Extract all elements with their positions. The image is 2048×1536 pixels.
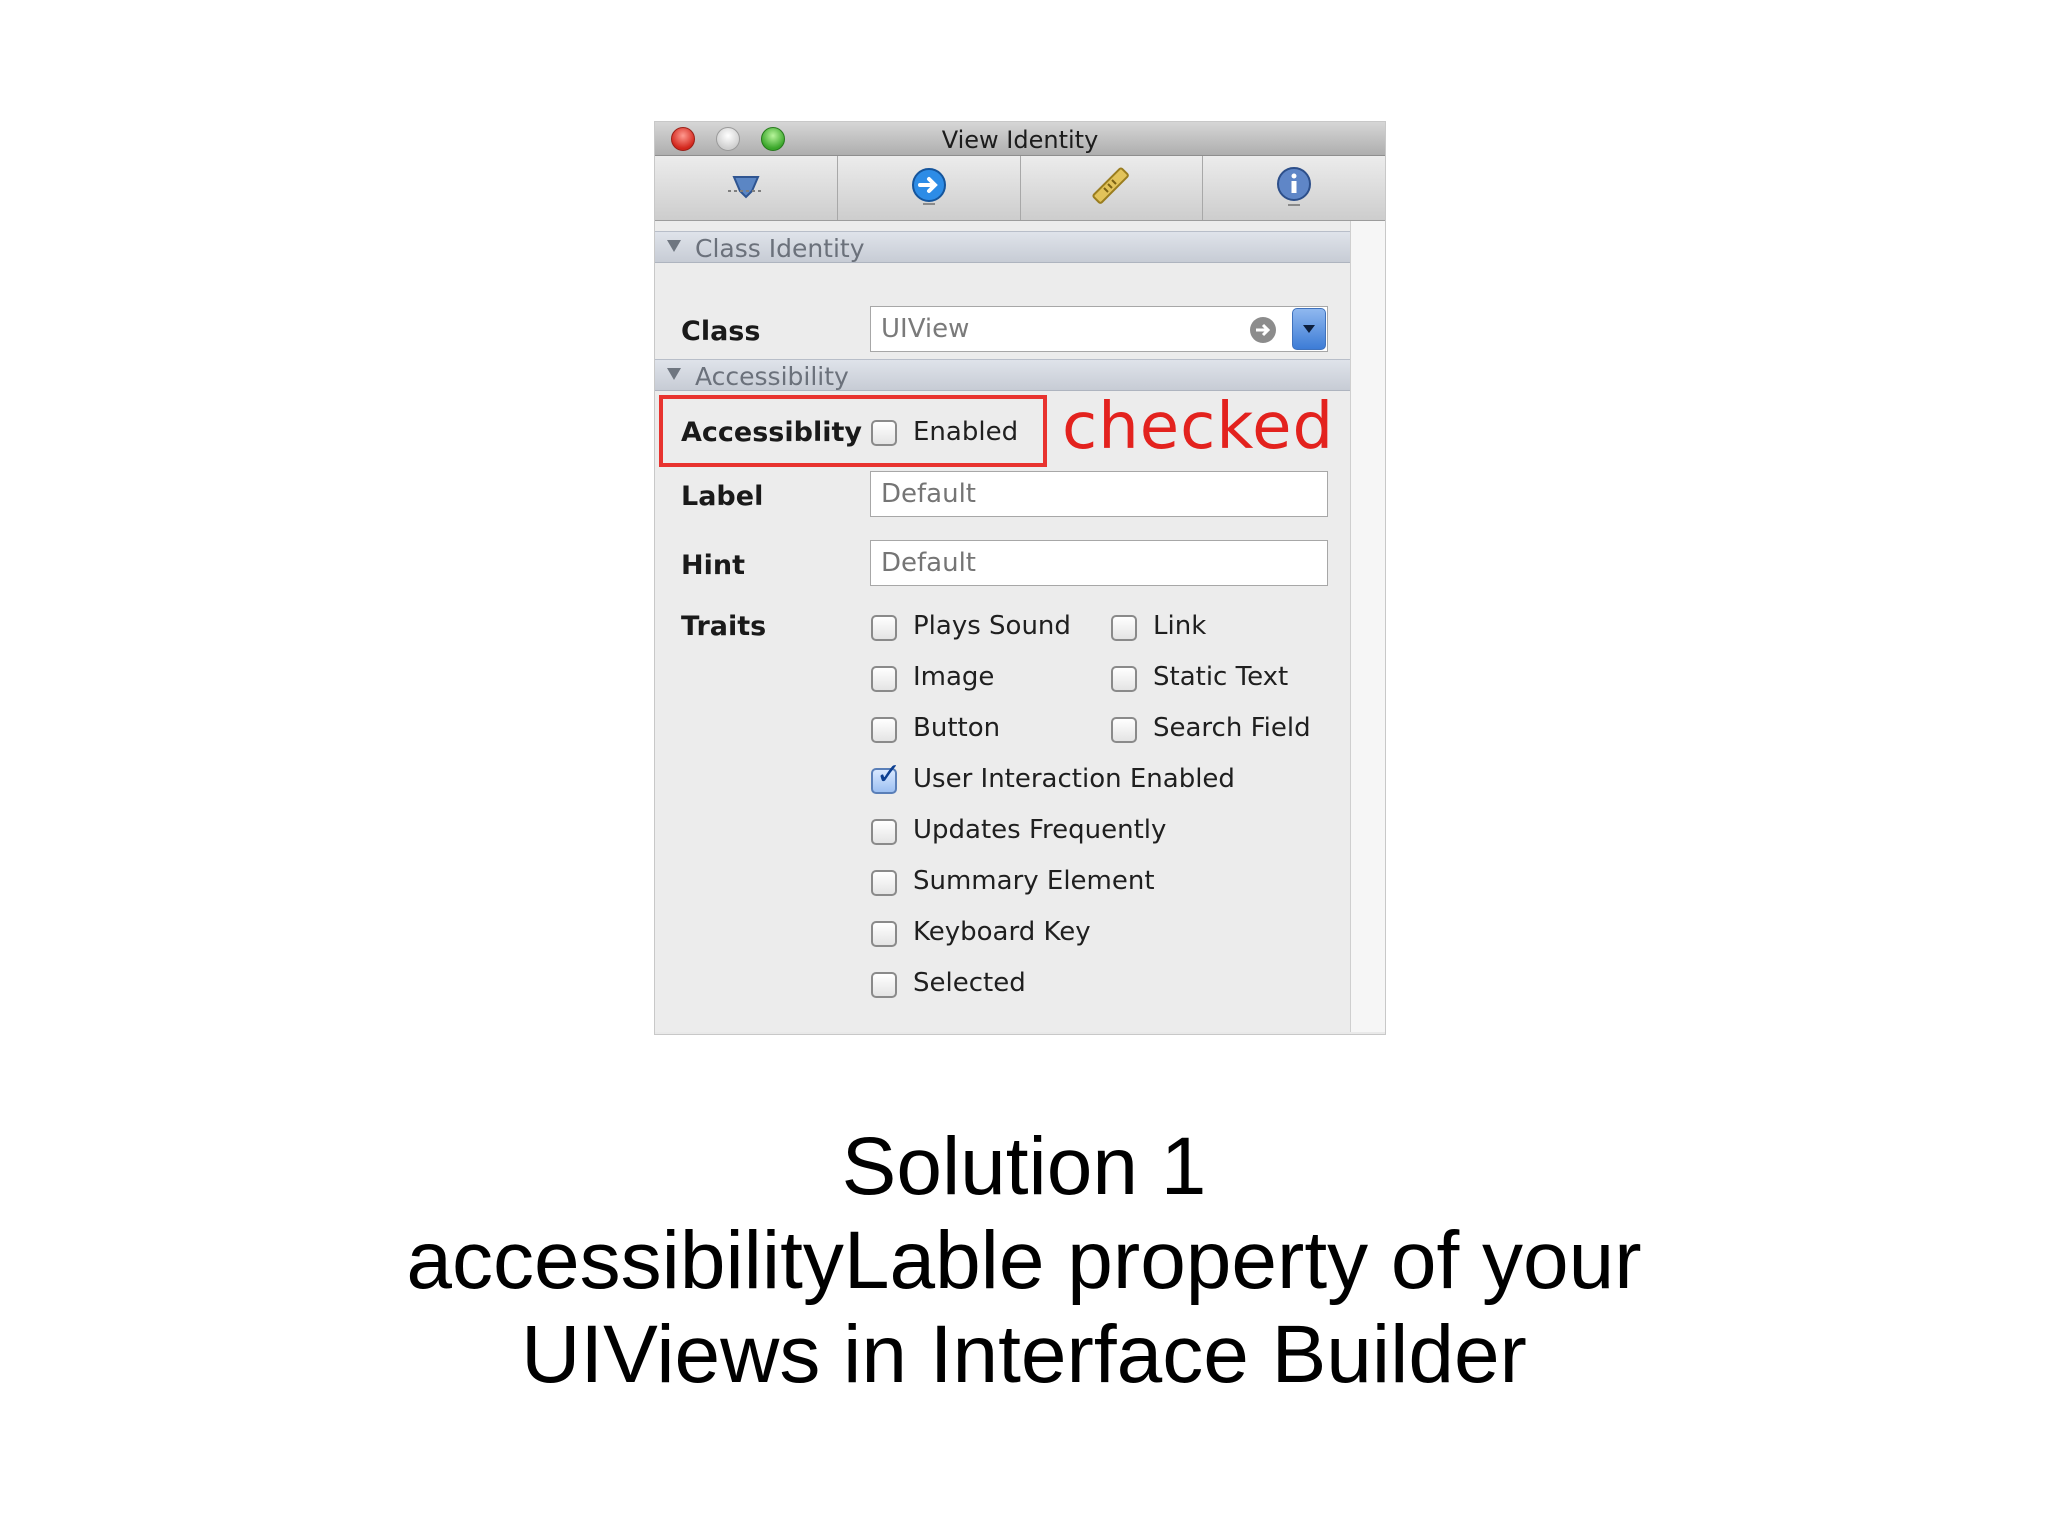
class-identity-section-header[interactable]: Class Identity [655,231,1350,263]
label-row-label: Label [681,481,764,512]
hint-row-label: Hint [681,550,745,581]
trait-updates-frequently-label: Updates Frequently [913,815,1167,845]
disclosure-triangle-icon [667,368,681,380]
section-title: Accessibility [695,362,849,391]
trait-keyboard-key-label: Keyboard Key [913,917,1091,947]
inspector-toolbar [655,156,1385,221]
accessibility-hint-input[interactable] [870,540,1328,586]
title-bar: View Identity [655,122,1385,156]
chevron-down-icon [1303,325,1315,333]
checkmark-icon: ✓ [876,757,902,792]
size-inspector-ruler-icon [1089,164,1133,212]
tab-size[interactable] [1021,156,1204,220]
trait-button-checkbox[interactable] [871,717,897,743]
disclosure-triangle-icon [667,240,681,252]
go-to-class-arrow-icon[interactable] [1248,315,1278,349]
inspector-content: Class Identity Class UIView Accessibilit… [655,221,1351,1032]
trait-summary-element-label: Summary Element [913,866,1155,896]
trait-static-text-label: Static Text [1153,662,1289,692]
trait-link-checkbox[interactable] [1111,615,1137,641]
trait-plays-sound-checkbox[interactable] [871,615,897,641]
inspector-scroll-gutter [1351,221,1385,1032]
class-value: UIView [881,314,970,344]
accessibility-section-header[interactable]: Accessibility [655,359,1350,391]
trait-updates-frequently-checkbox[interactable] [871,819,897,845]
connections-inspector-icon [909,166,949,210]
trait-plays-sound-label: Plays Sound [913,611,1071,641]
trait-image-label: Image [913,662,995,692]
accessibility-label-input[interactable] [870,471,1328,517]
trait-button-label: Button [913,713,1001,743]
slide-caption: Solution 1 accessibilityLable property o… [0,1120,2048,1402]
trait-link-label: Link [1153,611,1207,641]
window-title: View Identity [941,126,1099,154]
trait-selected-checkbox[interactable] [871,972,897,998]
trait-user-interaction-enabled-checkbox[interactable]: ✓ [871,760,901,794]
caption-line-3: UIViews in Interface Builder [521,1309,1527,1400]
annotation-highlight-box [659,395,1047,467]
identity-inspector-info-icon [1274,165,1314,211]
identity-inspector-window: View Identity Class Identity Class UIVie… [655,122,1385,1034]
caption-line-1: Solution 1 [841,1121,1207,1212]
trait-summary-element-checkbox[interactable] [871,870,897,896]
trait-static-text-checkbox[interactable] [1111,666,1137,692]
trait-user-interaction-enabled-label: User Interaction Enabled [913,764,1235,794]
trait-image-checkbox[interactable] [871,666,897,692]
trait-keyboard-key-checkbox[interactable] [871,921,897,947]
traits-label: Traits [681,611,767,642]
caption-line-2: accessibilityLable property of your [406,1215,1642,1306]
trait-selected-label: Selected [913,968,1026,998]
tab-identity[interactable] [1203,156,1385,220]
attributes-inspector-icon [724,171,768,205]
section-title: Class Identity [695,234,865,263]
tab-attributes[interactable] [655,156,838,220]
trait-search-field-label: Search Field [1153,713,1311,743]
class-label: Class [681,316,761,347]
class-dropdown-button[interactable] [1292,308,1326,350]
annotation-text: checked [1062,390,1335,464]
tab-connections[interactable] [838,156,1021,220]
trait-search-field-checkbox[interactable] [1111,717,1137,743]
